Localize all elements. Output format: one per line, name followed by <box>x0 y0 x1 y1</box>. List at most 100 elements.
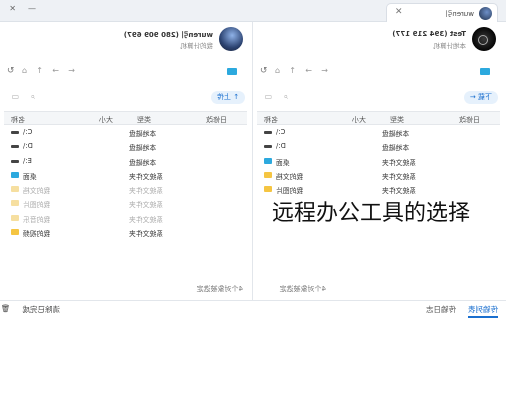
file-type: 系统文件夹 <box>129 215 163 224</box>
remote-pane: wuren引 (280 909 697) 我的计算机 ← → ↑ ⌂ ↻ ↑ 上… <box>0 22 251 294</box>
remote-status: 4个对象被选定 <box>196 285 243 293</box>
tab-transfer-list[interactable]: 传输列表 <box>468 304 498 318</box>
upload-button[interactable]: ↑ 上传 <box>210 91 245 104</box>
remote-user-subtitle: 我的计算机 <box>180 42 214 50</box>
drive-icon <box>11 159 19 163</box>
right_pane-row[interactable]: 桌面 系统文件夹 <box>257 155 500 169</box>
local-avatar <box>472 27 496 51</box>
remote-user-name: wuren引 (280 909 697) <box>123 31 213 39</box>
local-user-subtitle: 本地计算机 <box>433 42 467 50</box>
file-name: C:\ <box>23 128 33 136</box>
col-type[interactable]: 类型 <box>390 115 404 125</box>
right_pane-row[interactable]: D:\ 本地磁盘 <box>257 140 500 154</box>
back-icon[interactable]: ← <box>68 66 75 75</box>
col-name[interactable]: 名称 <box>11 115 25 125</box>
tab-avatar <box>479 7 492 20</box>
left_pane-row[interactable]: 我的文档 系统文件夹 <box>4 183 247 197</box>
file-name: 桌面 <box>23 172 37 181</box>
download-button[interactable]: 下载 ← <box>463 91 498 104</box>
pane-divider[interactable] <box>252 22 253 300</box>
file-name: 我的视频 <box>23 230 51 239</box>
tab-transfer-log[interactable]: 传输日志 <box>426 304 456 315</box>
title-bar: wuren引 ✕ — ✕ <box>0 0 506 22</box>
folder-icon <box>11 200 19 207</box>
desktop-icon <box>11 171 19 178</box>
file-type: 系统文件夹 <box>129 230 163 239</box>
home-icon[interactable]: ⌂ <box>275 66 280 75</box>
left_pane-row[interactable]: C:\ 本地磁盘 <box>4 126 247 140</box>
col-size[interactable]: 大小 <box>352 115 366 125</box>
local-user-name: Test (394 219 177) <box>392 30 466 38</box>
refresh-icon[interactable]: ↻ <box>260 66 268 76</box>
file-name: C:\ <box>276 128 286 136</box>
col-modified[interactable]: 日修改 <box>459 115 480 125</box>
file-name: D:\ <box>276 142 286 151</box>
minimize-icon[interactable]: — <box>28 4 36 13</box>
remote-toolbar: ↑ 上传 ⌕ ▭ <box>5 90 245 106</box>
local-file-list: C:\ 本地磁盘 D:\ 本地磁盘 桌面 系统文件夹 我的文档 系统文件夹 我的图片 系统文件夹 <box>257 126 500 197</box>
folder-icon <box>11 186 19 193</box>
clear-completed-button[interactable]: 清除已完成 <box>23 304 61 315</box>
folder-icon <box>11 229 19 236</box>
drive-icon <box>11 145 19 149</box>
file-type: 系统文件夹 <box>382 158 416 167</box>
back-icon[interactable]: ← <box>321 66 328 75</box>
col-size[interactable]: 大小 <box>99 115 113 125</box>
file-name: 我的图片 <box>23 201 51 210</box>
file-type: 本地磁盘 <box>129 158 157 167</box>
remote-user-header: wuren引 (280 909 697) 我的计算机 <box>0 22 251 58</box>
file-type: 系统文件夹 <box>129 187 163 196</box>
tab-close-icon[interactable]: ✕ <box>395 7 403 17</box>
session-tab[interactable]: wuren引 ✕ <box>386 3 498 22</box>
remote-avatar <box>219 27 243 51</box>
local-pane: Test (394 219 177) 本地计算机 ← → ↑ ⌂ ↻ 下载 ← … <box>253 22 504 294</box>
forward-icon[interactable]: → <box>305 66 312 75</box>
right_pane-row[interactable]: C:\ 本地磁盘 <box>257 126 500 140</box>
remote-address-bar: ← → ↑ ⌂ ↻ <box>5 65 245 80</box>
drive-icon <box>264 145 272 149</box>
folder-icon <box>11 214 19 221</box>
monitor-icon <box>480 68 490 75</box>
local-status: 4个对象被选定 <box>279 285 326 293</box>
up-icon[interactable]: ↑ <box>289 66 296 75</box>
transfer-bar: 传输列表 传输日志 清除已完成 🗑 <box>0 300 506 318</box>
file-name: E:\ <box>23 156 32 165</box>
new-folder-icon[interactable]: ▭ <box>11 92 19 101</box>
local-user-header: Test (394 219 177) 本地计算机 <box>253 22 504 58</box>
col-type[interactable]: 类型 <box>137 115 151 125</box>
left_pane-row[interactable]: D:\ 本地磁盘 <box>4 140 247 154</box>
new-folder-icon[interactable]: ▭ <box>264 92 272 101</box>
search-icon[interactable]: ⌕ <box>284 92 288 102</box>
file-type: 本地磁盘 <box>129 144 157 153</box>
up-icon[interactable]: ↑ <box>36 66 43 75</box>
close-window-icon[interactable]: ✕ <box>9 4 16 13</box>
file-name: 我的文档 <box>23 187 51 196</box>
tab-label: wuren引 <box>445 10 474 18</box>
file-type: 系统文件夹 <box>382 187 416 196</box>
local-toolbar: 下载 ← ⌕ ▭ <box>258 90 498 106</box>
local-address-bar: ← → ↑ ⌂ ↻ <box>258 65 498 80</box>
left_pane-row[interactable]: E:\ 本地磁盘 <box>4 155 247 169</box>
search-icon[interactable]: ⌕ <box>31 92 35 102</box>
file-name: 我的图片 <box>276 187 304 196</box>
refresh-icon[interactable]: ↻ <box>7 66 15 76</box>
col-name[interactable]: 名称 <box>264 115 278 125</box>
forward-icon[interactable]: → <box>52 66 59 75</box>
drive-icon <box>11 131 19 134</box>
col-modified[interactable]: 日修改 <box>206 115 227 125</box>
file-type: 系统文件夹 <box>382 172 416 181</box>
right_pane-row[interactable]: 我的文档 系统文件夹 <box>257 169 500 183</box>
folder-icon <box>264 186 272 193</box>
left_pane-row[interactable]: 我的视频 系统文件夹 <box>4 226 247 240</box>
file-name: 桌面 <box>276 158 290 167</box>
left_pane-row[interactable]: 我的图片 系统文件夹 <box>4 197 247 211</box>
left_pane-row[interactable]: 桌面 系统文件夹 <box>4 169 247 183</box>
file-type: 系统文件夹 <box>129 172 163 181</box>
file-type: 本地磁盘 <box>382 144 410 153</box>
trash-icon[interactable]: 🗑 <box>0 304 10 313</box>
home-icon[interactable]: ⌂ <box>22 66 27 75</box>
caption-overlay: 远程办公工具的选择 <box>272 201 471 226</box>
left_pane-row[interactable]: 我的音乐 系统文件夹 <box>4 212 247 226</box>
desktop-icon <box>264 157 272 164</box>
file-name: 我的文档 <box>276 172 304 181</box>
